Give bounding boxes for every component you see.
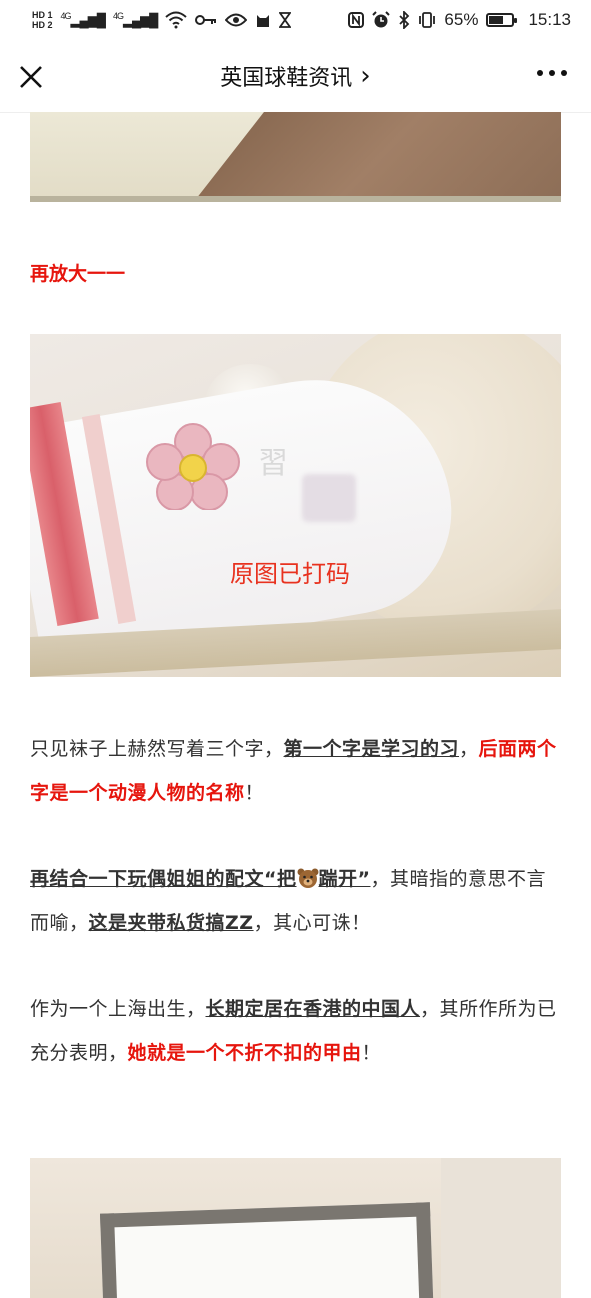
article-image-sock-closeup[interactable]: 習 原图已打码	[30, 334, 561, 677]
paragraph-1: 只见袜子上赫然写着三个字，第一个字是学习的习，后面两个字是一个动漫人物的名称！	[30, 727, 561, 815]
p2-underline-2: 这是夹带私货搞ZZ	[88, 912, 254, 934]
article-image-sock-top[interactable]	[30, 112, 561, 202]
vibrate-icon	[419, 12, 436, 28]
clock: 15:13	[528, 10, 571, 29]
censored-note: 原图已打码	[230, 560, 350, 588]
key-icon	[195, 15, 217, 25]
nfc-icon	[348, 12, 365, 28]
nav-bar: 英国球鞋资讯 ›	[0, 40, 591, 113]
p1-underline-1: 第一个字是学习的习	[283, 738, 460, 760]
section-heading: 再放大一一	[30, 263, 126, 285]
net2-label: 4G	[112, 11, 124, 22]
signal-icon-2: 4G▂▄▆█	[112, 11, 158, 28]
bear-emoji-icon	[297, 868, 318, 888]
p3-underline-1: 长期定居在香港的中国人	[205, 998, 421, 1020]
p2-underline-1: 再结合一下玩偶姐姐的配文“把 踹开”	[30, 868, 371, 890]
p2-underline-1a: 再结合一下玩偶姐姐的配文“把	[30, 868, 297, 890]
status-left: HD 1 HD 2 4G▂▄▆█ 4G▂▄▆█	[32, 10, 292, 30]
p1-text-2: ，	[459, 738, 479, 760]
cat-app-icon	[257, 15, 270, 27]
bluetooth-icon	[399, 11, 410, 29]
p3-text-1: 作为一个上海出生，	[30, 998, 206, 1020]
status-bar: HD 1 HD 2 4G▂▄▆█ 4G▂▄▆█ 65% 15:13	[0, 0, 591, 40]
close-icon[interactable]	[16, 62, 46, 92]
net1-label: 4G	[60, 11, 72, 22]
p1-text-3: ！	[244, 782, 265, 804]
battery-fill	[489, 16, 504, 24]
p2-text-2: ，其心可诛！	[253, 912, 371, 934]
chevron-right-icon: ›	[360, 61, 371, 91]
sock-character: 習	[258, 446, 288, 481]
article-image-frame[interactable]	[30, 1158, 561, 1298]
sim-indicator: HD 1 HD 2	[32, 10, 53, 30]
wifi-icon	[165, 11, 188, 29]
mosaic-blur	[302, 474, 356, 522]
battery-percent: 65%	[444, 10, 479, 29]
paragraph-3: 作为一个上海出生，长期定居在香港的中国人，其所作所为已充分表明，她就是一个不折不…	[30, 987, 561, 1075]
eye-icon	[225, 13, 248, 27]
article-body: 再放大一一 習 原图已打码 只见袜子上赫然写着三个字，第一个字是学习的习，后面两…	[30, 112, 561, 1075]
p1-text-1: 只见袜子上赫然写着三个字，	[30, 738, 284, 760]
battery-icon	[486, 13, 518, 27]
p2-underline-1b: 踹开”	[318, 868, 371, 890]
sim1-label: HD 1	[32, 10, 53, 20]
paragraph-2: 再结合一下玩偶姐姐的配文“把 踹开”，其暗指的意思不言而喻，这是夹带私货搞ZZ，其…	[30, 857, 561, 945]
hourglass-icon	[279, 12, 292, 28]
status-right: 65% 15:13	[348, 10, 571, 30]
account-name: 英国球鞋资讯	[220, 66, 353, 91]
more-options-icon[interactable]	[537, 70, 567, 76]
account-title[interactable]: 英国球鞋资讯 ›	[220, 60, 370, 92]
flower-graphic	[146, 423, 240, 510]
signal-icon-1: 4G▂▄▆█	[60, 11, 106, 28]
sim2-label: HD 2	[32, 20, 53, 30]
p3-text-3: ！	[361, 1042, 382, 1064]
alarm-icon	[372, 11, 391, 28]
p3-red-1: 她就是一个不折不扣的甲由	[127, 1042, 362, 1064]
